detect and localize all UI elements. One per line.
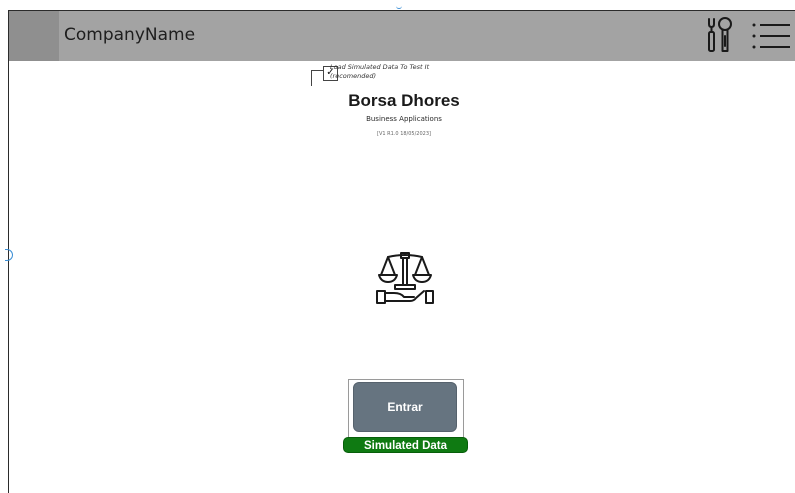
header-left-block (9, 11, 59, 61)
app-version: [V1 R1.0 18/05/2023] (377, 131, 431, 137)
app-title: Borsa Dhores (348, 91, 460, 110)
checkbox-frame (311, 70, 323, 86)
simulated-label-line2: (recomended) (330, 71, 376, 80)
simulated-data-label: Load Simulated Data To Test It (recomend… (330, 63, 480, 80)
justice-scales-icon (376, 252, 434, 304)
company-name: CompanyName (64, 25, 196, 45)
drag-handle-top[interactable] (396, 4, 402, 9)
app-canvas: CompanyName ✓ Load Simulated Data To Tes… (8, 10, 795, 493)
simulated-label-line1: Load Simulated Data To Test It (330, 63, 430, 71)
simulated-data-badge: Simulated Data (343, 437, 468, 453)
enter-button[interactable]: Entrar (353, 382, 457, 432)
app-subtitle: Business Applications (366, 115, 442, 123)
tools-icon[interactable] (704, 15, 734, 57)
header-bar: CompanyName (9, 11, 795, 61)
menu-icon[interactable] (751, 22, 791, 50)
